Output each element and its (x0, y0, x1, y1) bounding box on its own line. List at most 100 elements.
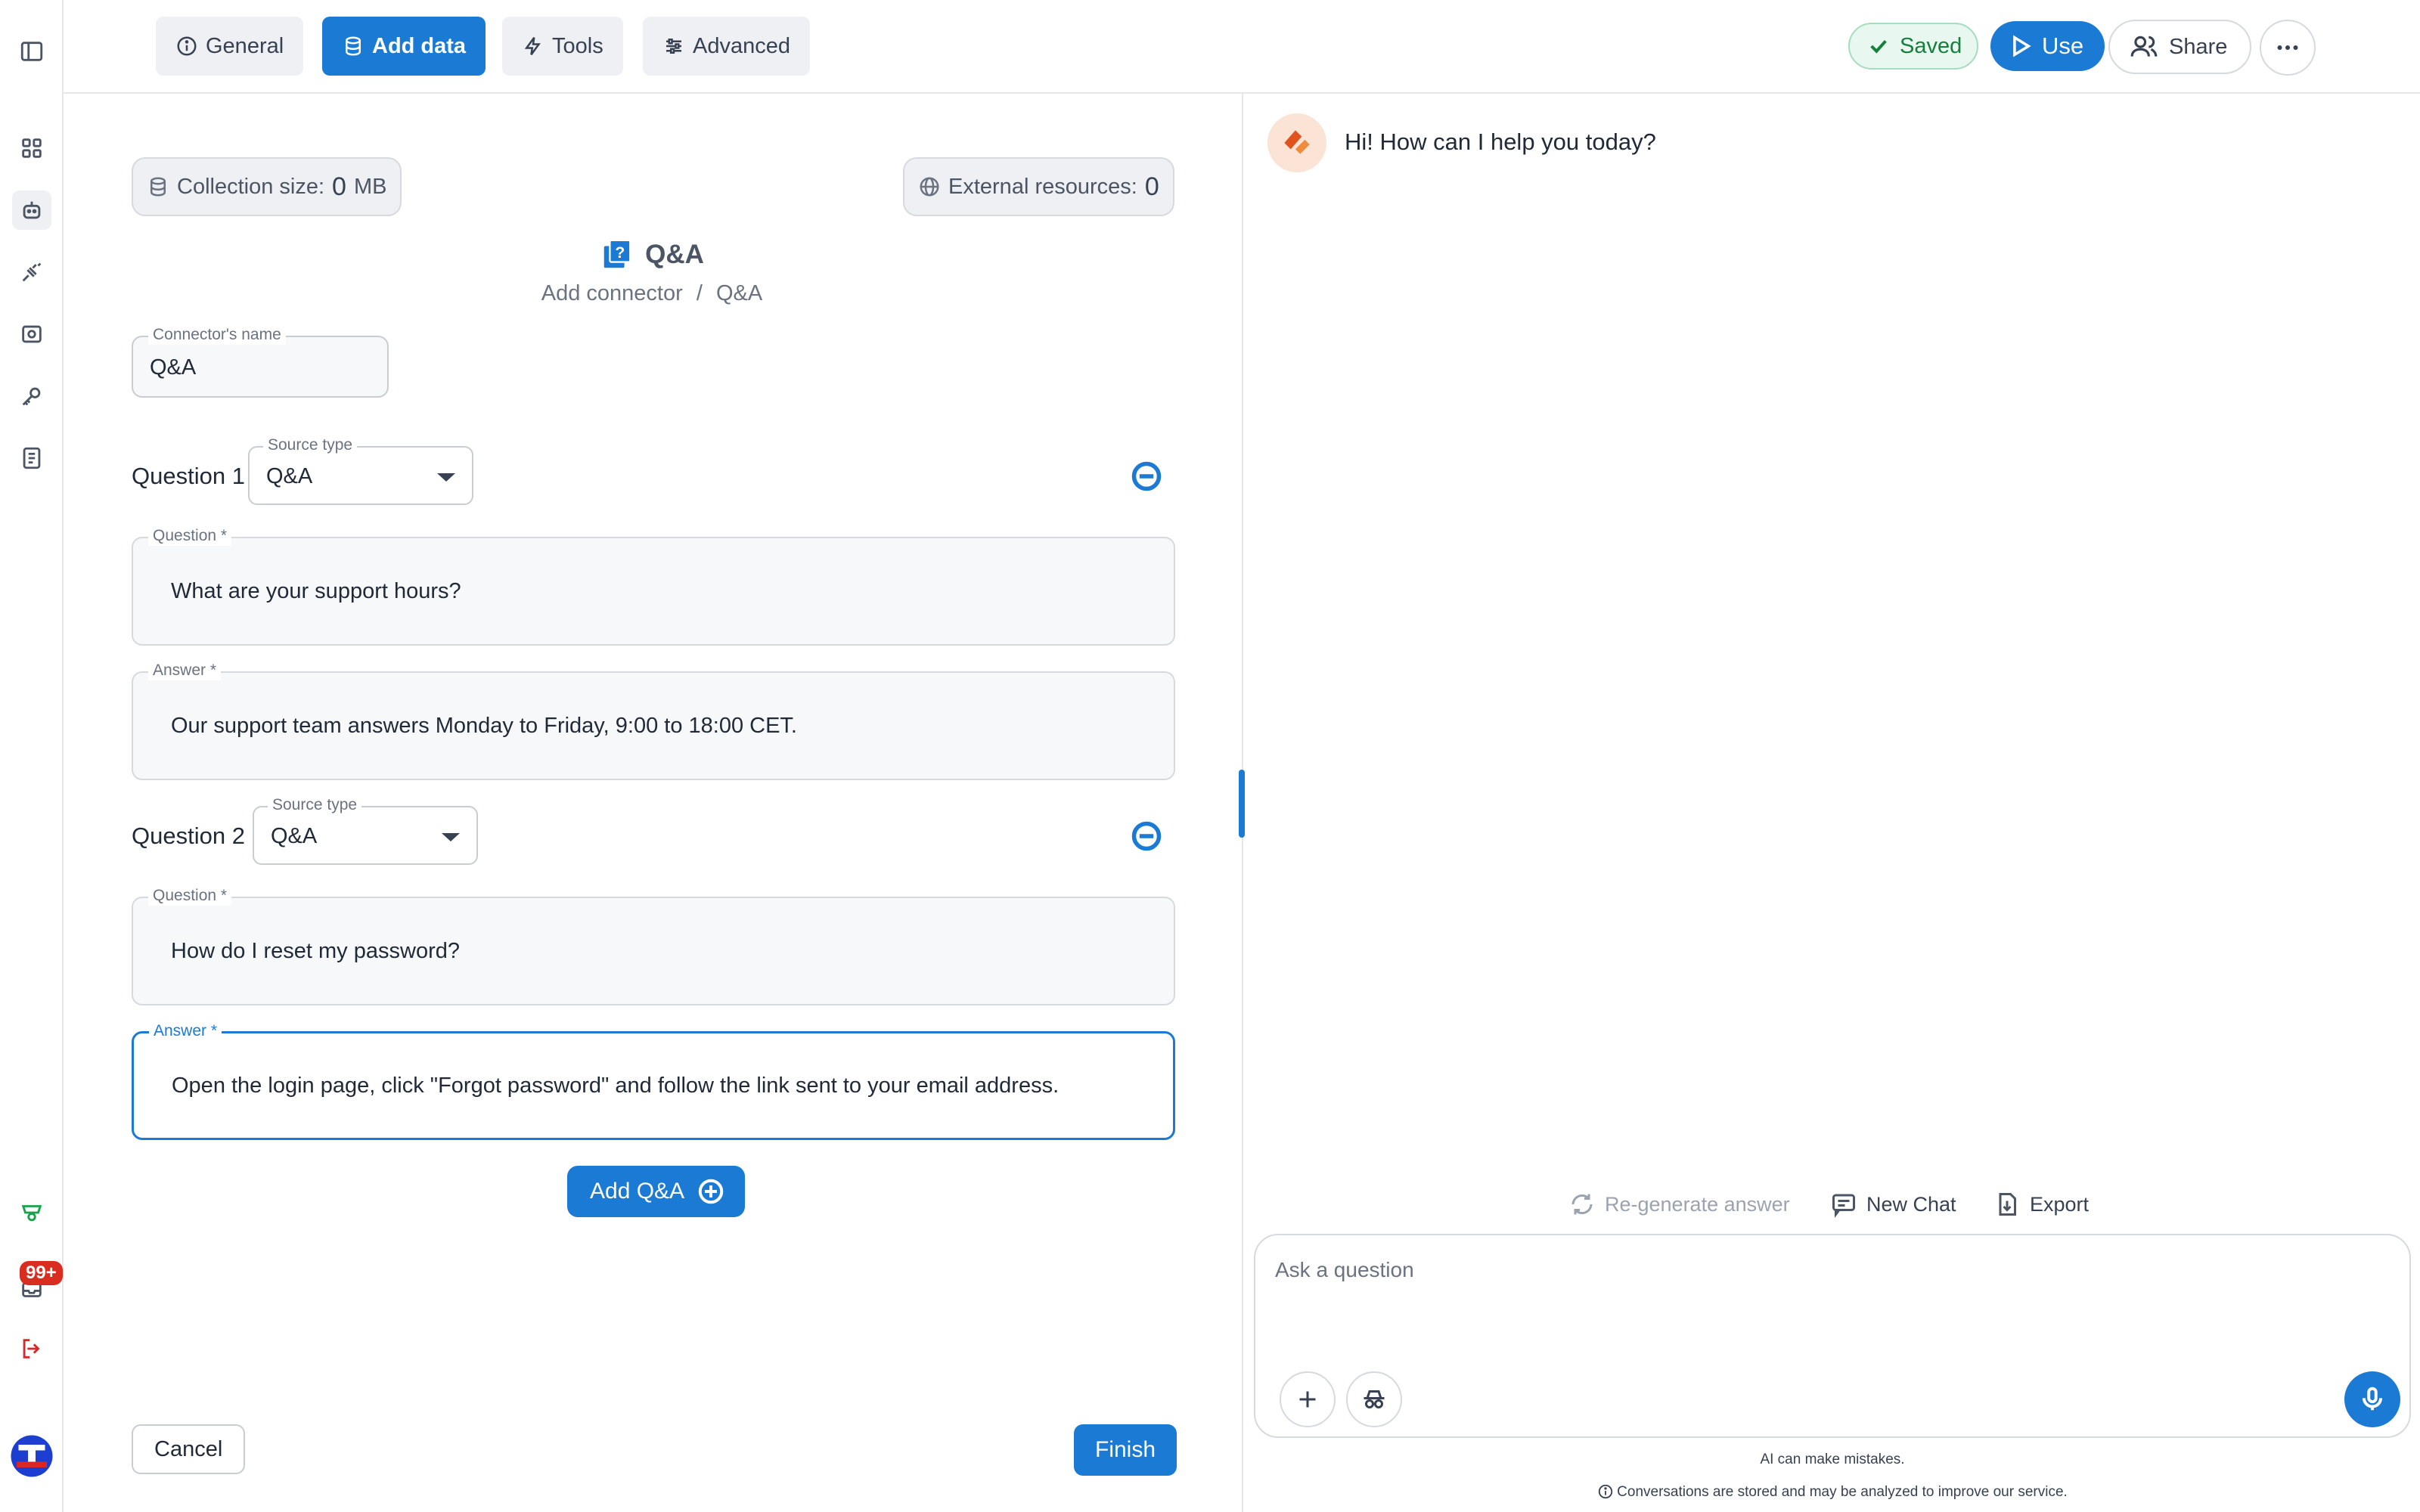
globe-icon (920, 177, 939, 197)
assistant-message: Hi! How can I help you today? (1345, 129, 1656, 155)
external-resources-pill: External resources: 0 (903, 157, 1174, 216)
tab-add-data[interactable]: Add data (322, 17, 486, 76)
qa-icon: ? (603, 239, 631, 268)
finish-button[interactable]: Finish (1074, 1424, 1177, 1476)
share-label: Share (2169, 34, 2228, 59)
question-field-label: Question * (148, 886, 232, 906)
source-type-value: Q&A (271, 824, 318, 848)
file-export-icon (1999, 1193, 2016, 1216)
chat-panel: Hi! How can I help you today? Re-generat… (1245, 94, 2420, 1512)
sidebar-toggle-icon[interactable] (12, 32, 51, 71)
tab-tools[interactable]: Tools (502, 17, 623, 76)
microphone-button[interactable] (2344, 1371, 2400, 1427)
info-icon (1599, 1484, 1613, 1499)
refresh-icon (1571, 1194, 1593, 1215)
collection-size-unit: MB (353, 174, 387, 199)
tab-label: Advanced (693, 33, 790, 58)
external-resources-label: External resources: (948, 174, 1137, 199)
question-1-source-select[interactable]: Source type Q&A (248, 435, 473, 505)
svg-text:?: ? (615, 244, 625, 262)
check-icon (1870, 39, 1887, 54)
collection-size-value: 0 (332, 172, 346, 201)
privacy-disclaimer: Conversations are stored and may be anal… (1245, 1483, 2420, 1501)
tab-label: Add data (372, 33, 467, 58)
breadcrumb-parent[interactable]: Add connector (541, 281, 683, 305)
minus-circle-icon (1131, 461, 1162, 491)
connector-name-field[interactable]: Connector's name Q&A (132, 325, 389, 398)
plug-icon[interactable] (12, 253, 51, 292)
question-2-question-field[interactable]: Question * How do I reset my password? (132, 886, 1175, 1005)
notebook-icon[interactable] (12, 438, 51, 478)
incognito-button[interactable] (1346, 1371, 1402, 1427)
database-icon (150, 177, 166, 197)
question-field-value: What are your support hours? (171, 579, 461, 603)
lightning-icon (524, 37, 541, 55)
source-type-value: Q&A (266, 464, 313, 488)
scan-icon[interactable] (12, 314, 51, 354)
source-type-label: Source type (268, 795, 362, 815)
incognito-icon (1364, 1390, 1385, 1408)
connector-name-value: Q&A (150, 355, 197, 380)
tab-general[interactable]: General (156, 17, 304, 76)
chevron-down-icon (437, 473, 455, 482)
external-resources-value: 0 (1144, 172, 1159, 201)
answer-field-value: Open the login page, click "Forgot passw… (172, 1074, 1060, 1098)
key-icon[interactable] (12, 376, 51, 416)
question-2-source-select[interactable]: Source type Q&A (253, 795, 478, 865)
question-1-question-field[interactable]: Question * What are your support hours? (132, 526, 1175, 646)
brand-logo (8, 1432, 56, 1480)
use-label: Use (2042, 33, 2084, 59)
share-button[interactable]: Share (2108, 20, 2252, 74)
ai-disclaimer: AI can make mistakes. (1760, 1452, 1905, 1467)
cancel-button[interactable]: Cancel (132, 1424, 246, 1474)
assistant-avatar (1267, 113, 1326, 172)
answer-field-label: Answer * (149, 1021, 222, 1041)
chat-input-placeholder: Ask a question (1275, 1258, 1414, 1281)
add-qa-button[interactable]: Add Q&A (567, 1166, 746, 1217)
connector-title-text: Q&A (645, 240, 704, 269)
more-options-button[interactable] (2260, 20, 2316, 76)
play-icon (2013, 35, 2031, 57)
source-type-label: Source type (263, 435, 358, 455)
team-icon[interactable] (12, 1193, 51, 1232)
database-icon (346, 36, 361, 56)
logout-icon[interactable] (12, 1329, 51, 1368)
export-button[interactable]: Export (1993, 1185, 2089, 1223)
tab-advanced[interactable]: Advanced (643, 17, 810, 76)
tab-label: Tools (552, 33, 603, 58)
use-button[interactable]: Use (1990, 21, 2105, 71)
remove-question-1-button[interactable] (1130, 460, 1163, 493)
breadcrumb: Add connector / Q&A (64, 281, 1240, 306)
answer-field-label: Answer * (148, 661, 222, 680)
add-qa-label: Add Q&A (590, 1179, 685, 1204)
privacy-disclaimer-text: Conversations are stored and may be anal… (1617, 1484, 2068, 1500)
saved-label: Saved (1900, 33, 1962, 58)
attach-button[interactable] (1280, 1371, 1336, 1427)
chat-composer[interactable]: Ask a question (1254, 1234, 2411, 1438)
collection-size-label: Collection size: (177, 174, 325, 199)
new-chat-button[interactable]: New Chat (1830, 1185, 1956, 1223)
question-field-value: How do I reset my password? (171, 939, 460, 963)
export-label: Export (2030, 1192, 2090, 1216)
breadcrumb-current: Q&A (715, 281, 763, 305)
regenerate-answer-button[interactable]: Re-generate answer (1568, 1185, 1790, 1223)
collection-size-pill: Collection size: 0 MB (132, 157, 402, 216)
chevron-down-icon (442, 833, 460, 841)
sliders-icon (666, 39, 681, 54)
message-square-icon (1832, 1194, 1855, 1218)
resize-handle[interactable] (1239, 770, 1245, 838)
bot-icon[interactable] (12, 191, 51, 230)
remove-question-2-button[interactable] (1130, 820, 1163, 853)
grid-icon[interactable] (12, 129, 51, 168)
answer-field-value: Our support team answers Monday to Frida… (171, 714, 797, 738)
tab-label: General (206, 33, 284, 58)
connector-panel: Collection size: 0 MB External resources… (64, 94, 1243, 1512)
info-icon (177, 36, 197, 56)
notification-badge: 99+ (20, 1261, 63, 1285)
regenerate-label: Re-generate answer (1605, 1192, 1790, 1216)
question-1-answer-field[interactable]: Answer * Our support team answers Monday… (132, 661, 1175, 780)
question-2-answer-field[interactable]: Answer * Open the login page, click "For… (132, 1021, 1175, 1140)
breadcrumb-separator: / (696, 281, 703, 305)
more-horizontal-icon (2277, 45, 2298, 50)
new-chat-label: New Chat (1866, 1192, 1956, 1216)
